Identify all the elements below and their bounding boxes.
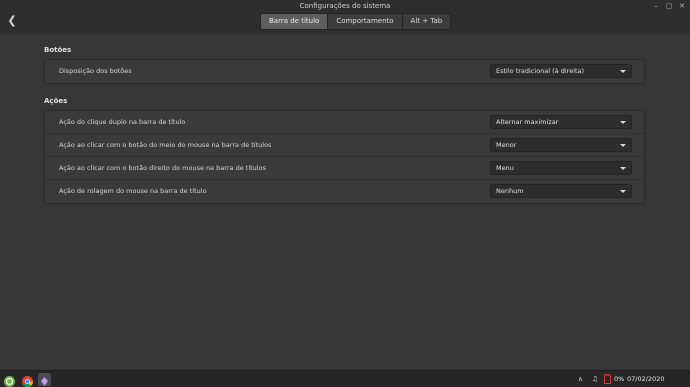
network-icon[interactable]: ∧: [578, 371, 583, 387]
settings-row: Ação do clique duplo na barra de título …: [45, 111, 644, 134]
tab-comportamento[interactable]: Comportamento: [328, 14, 403, 29]
title-bar: Configurações do sistema ❮ – ▢ ✕ Barra d…: [0, 0, 690, 34]
section-title-botoes: Botões: [44, 46, 72, 54]
dropdown-value: Estilo tradicional (à direita): [496, 67, 585, 75]
panel-botoes: Disposição dos botões Estilo tradicional…: [44, 59, 645, 84]
dropdown-value: Menor: [496, 141, 517, 149]
minimize-icon[interactable]: –: [652, 2, 660, 10]
chevron-down-icon: [620, 121, 626, 124]
battery-icon[interactable]: [604, 371, 611, 387]
taskbar: ∧ ♫ 0% 07/02/2020 10:48:14: [0, 370, 690, 387]
window-title: Configurações do sistema: [299, 2, 391, 10]
scroll-action-dropdown[interactable]: Nenhum: [490, 184, 632, 198]
section-title-acoes: Ações: [44, 97, 68, 105]
settings-icon[interactable]: [38, 373, 51, 386]
close-icon[interactable]: ✕: [678, 2, 686, 10]
dropdown-value: Nenhum: [496, 187, 524, 195]
settings-row: Ação ao clicar com o botão do meio do mo…: [45, 134, 644, 157]
battery-percentage: 0%: [614, 375, 625, 383]
row-label: Ação ao clicar com o botão direito do mo…: [59, 164, 266, 172]
double-click-action-dropdown[interactable]: Alternar maximizar: [490, 115, 632, 129]
dropdown-value: Alternar maximizar: [496, 118, 559, 126]
settings-row: Ação de rolagem do mouse na barra de tít…: [45, 180, 644, 203]
clock[interactable]: 07/02/2020 10:48:14: [627, 371, 690, 387]
settings-content: Botões Disposição dos botões Estilo trad…: [0, 34, 690, 370]
tab-alt-tab[interactable]: Alt + Tab: [402, 14, 451, 29]
button-layout-dropdown[interactable]: Estilo tradicional (à direita): [490, 64, 632, 78]
volume-icon[interactable]: ♫: [592, 371, 598, 387]
tab-bar: Barra de título Comportamento Alt + Tab: [260, 13, 452, 30]
maximize-icon[interactable]: ▢: [665, 2, 673, 10]
chevron-down-icon: [620, 144, 626, 147]
middle-click-action-dropdown[interactable]: Menor: [490, 138, 632, 152]
chrome-icon[interactable]: [21, 373, 34, 387]
settings-row: Ação ao clicar com o botão direito do mo…: [45, 157, 644, 180]
chevron-down-icon: [620, 167, 626, 170]
settings-row: Disposição dos botões Estilo tradicional…: [45, 60, 644, 83]
back-arrow-icon[interactable]: ❮: [5, 14, 19, 28]
menu-icon[interactable]: [3, 373, 16, 387]
chevron-down-icon: [620, 70, 626, 73]
row-label: Ação do clique duplo na barra de título: [59, 118, 186, 126]
dropdown-value: Menu: [496, 164, 514, 172]
row-label: Ação de rolagem do mouse na barra de tít…: [59, 187, 207, 195]
row-label: Ação ao clicar com o botão do meio do mo…: [59, 141, 272, 149]
right-click-action-dropdown[interactable]: Menu: [490, 161, 632, 175]
panel-acoes: Ação do clique duplo na barra de título …: [44, 110, 645, 204]
row-label: Disposição dos botões: [59, 67, 132, 75]
tab-barra-de-titulo[interactable]: Barra de título: [261, 14, 329, 29]
chevron-down-icon: [620, 190, 626, 193]
